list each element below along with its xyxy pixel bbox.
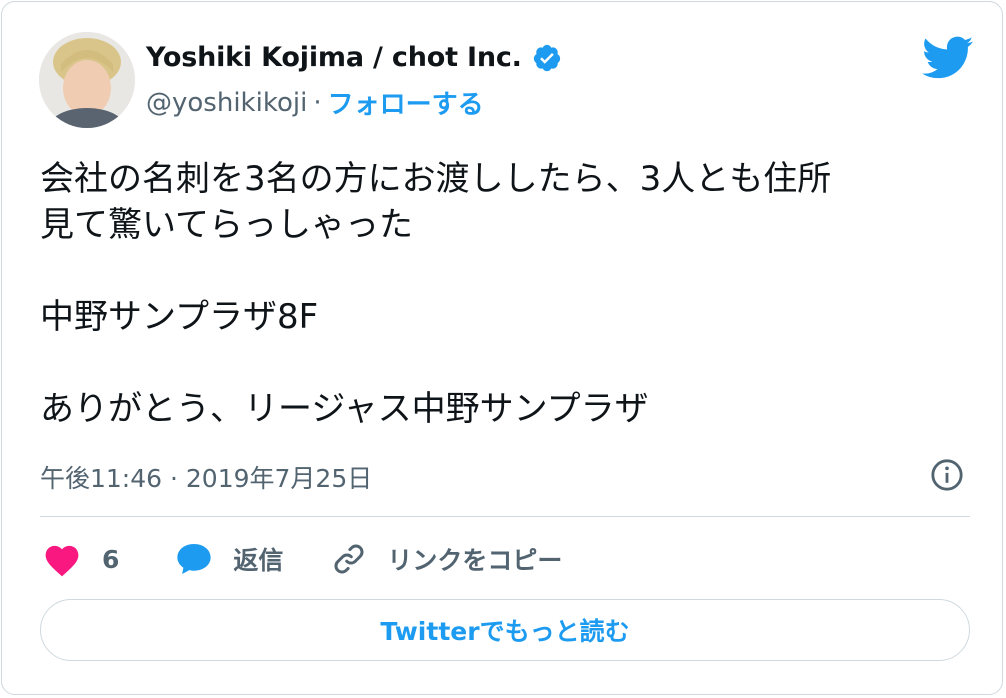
verified-badge-icon (533, 44, 560, 71)
tweet-text: 会社の名刺を3名の方にお渡ししたら、3人とも住所 見て驚いてらっしゃった 中野サ… (40, 156, 980, 432)
avatar[interactable] (39, 32, 135, 128)
twitter-bird-icon[interactable] (922, 36, 974, 80)
follow-link[interactable]: フォローする (328, 84, 484, 121)
heart-icon (45, 545, 79, 577)
reply-button[interactable]: 返信 (175, 541, 283, 577)
like-count: 6 (102, 544, 120, 574)
reply-label: 返信 (233, 546, 284, 575)
tweet-line: 見て驚いてらっしゃった (40, 205, 413, 245)
like-button[interactable]: 6 (42, 541, 119, 577)
copy-link-button[interactable]: リンクをコピー (331, 541, 562, 577)
info-icon[interactable] (930, 458, 964, 492)
tweet-card: Yoshiki Kojima / chot Inc. @yoshikikoji … (1, 1, 1003, 695)
divider (40, 516, 970, 517)
reply-bubble-icon (177, 543, 212, 575)
tweet-line: 会社の名刺を3名の方にお渡ししたら、3人とも住所 (40, 159, 832, 199)
author-handle[interactable]: @yoshikikoji (146, 88, 307, 118)
copy-link-label: リンクをコピー (387, 546, 563, 575)
separator-dot: · (313, 87, 322, 118)
link-icon (334, 544, 364, 574)
tweet-timestamp[interactable]: 午後11:46 · 2019年7月25日 (40, 459, 372, 495)
tweet-line: ありがとう、リージャス中野サンプラザ (40, 389, 649, 429)
author-name[interactable]: Yoshiki Kojima / chot Inc. (146, 42, 522, 73)
read-more-button[interactable]: Twitterでもっと読む (40, 599, 970, 661)
tweet-line: 中野サンプラザ8F (40, 297, 319, 337)
